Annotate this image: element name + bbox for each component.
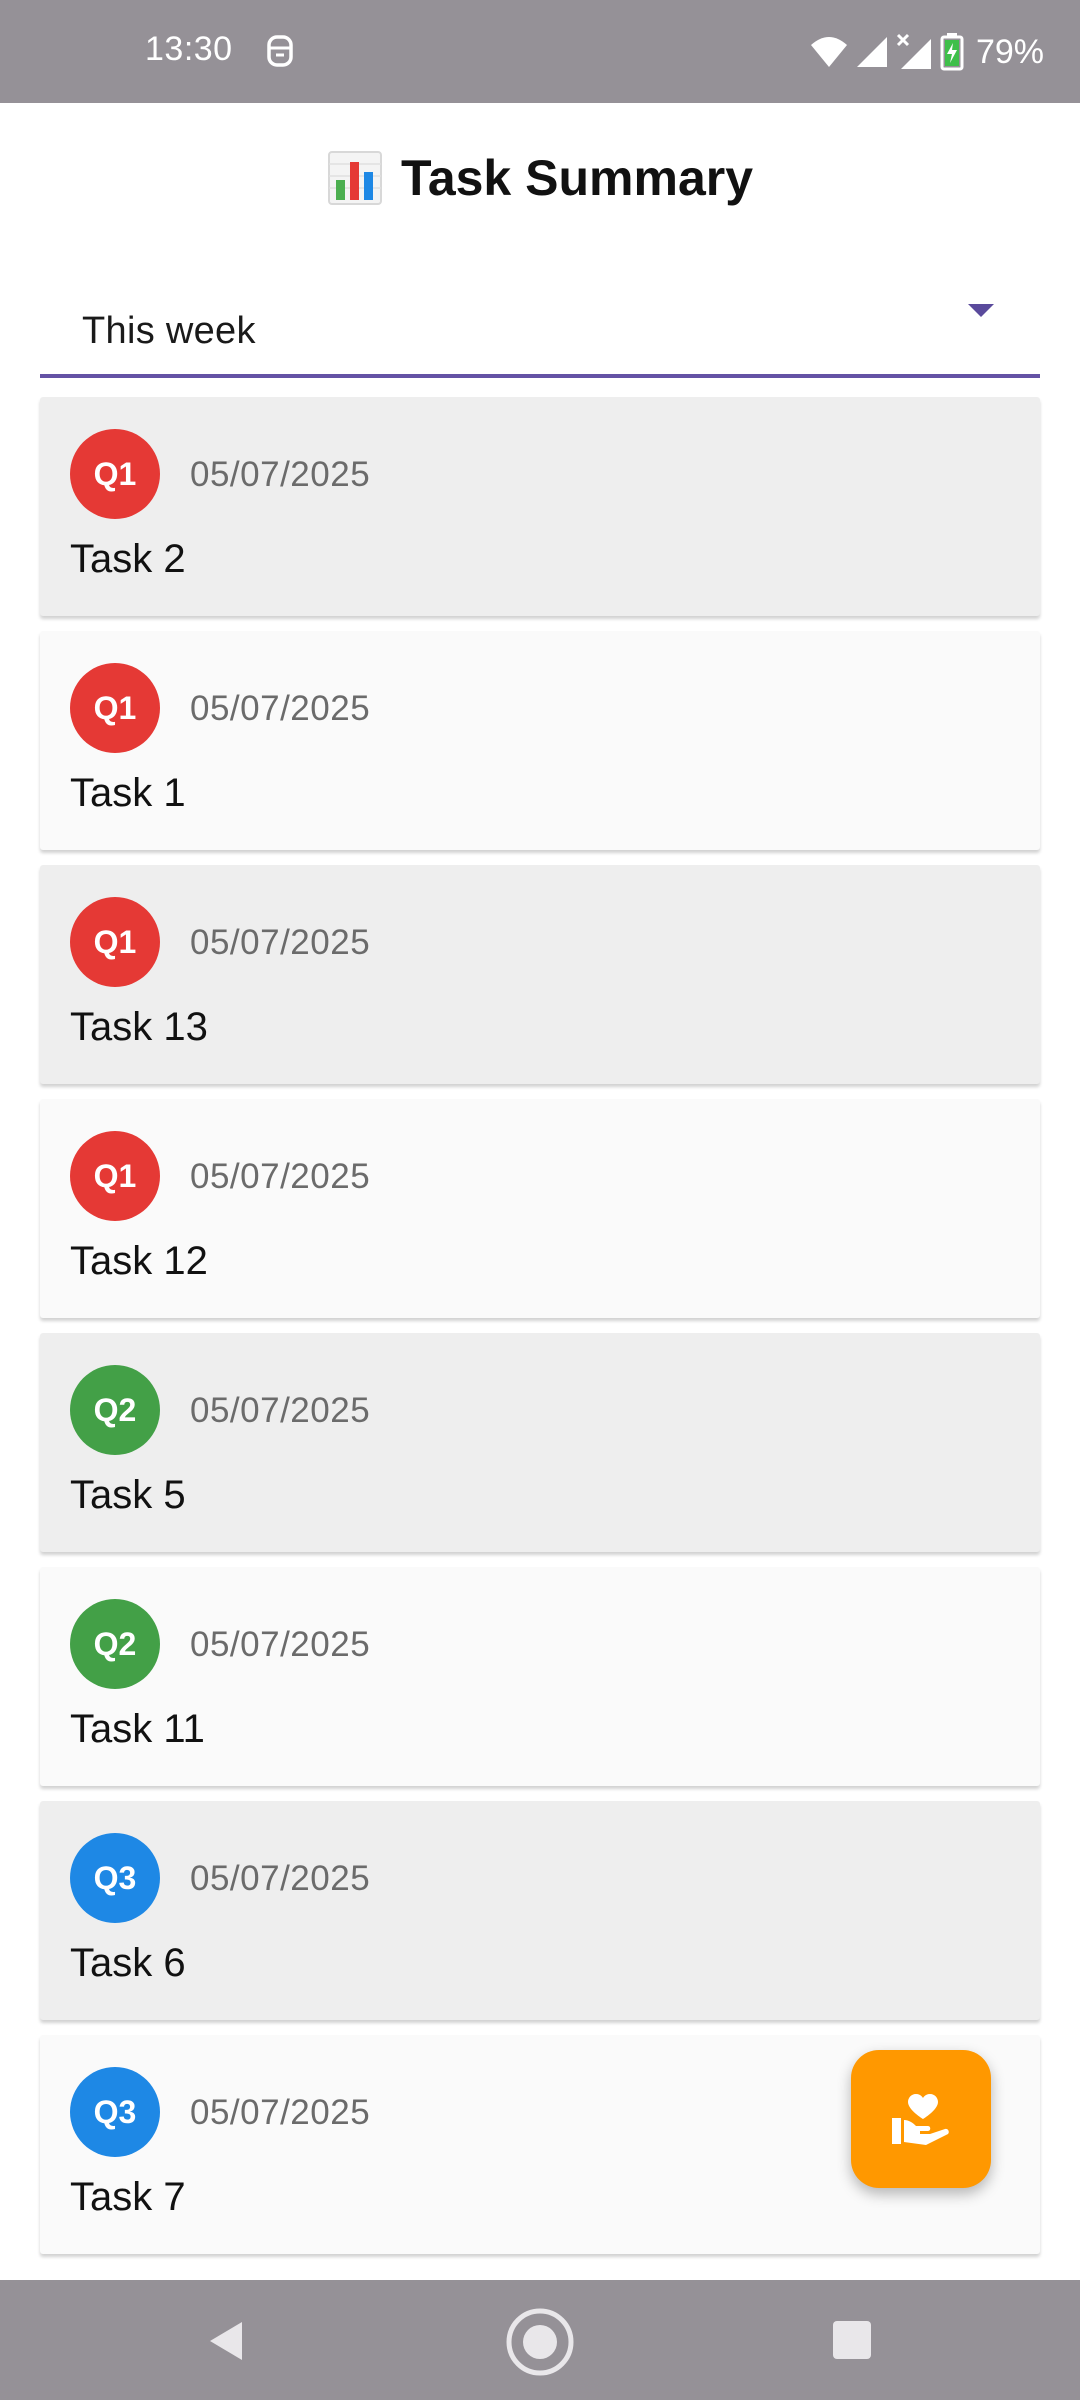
task-name: Task 7 (70, 2175, 186, 2219)
task-name: Task 1 (70, 771, 186, 815)
task-name: Task 12 (70, 1239, 208, 1283)
task-date: 05/07/2025 (190, 455, 371, 494)
wifi-icon (810, 37, 847, 67)
task-card[interactable]: Q1 05/07/2025 Task 1 (40, 631, 1040, 850)
page-title: Task Summary (400, 150, 754, 206)
task-date: 05/07/2025 (190, 1391, 371, 1430)
battery-percent: 79% (975, 32, 1044, 71)
task-date: 05/07/2025 (190, 1157, 371, 1196)
status-bar: 13:30 79% (0, 0, 1080, 103)
status-time: 13:30 (145, 30, 233, 68)
task-name: Task 6 (70, 1941, 186, 1985)
quadrant-badge: Q2 (70, 1365, 160, 1455)
period-dropdown[interactable]: This week (40, 280, 1040, 378)
task-date: 05/07/2025 (190, 923, 371, 962)
task-card[interactable]: Q3 05/07/2025 Task 6 (40, 1801, 1040, 2020)
quadrant-badge: Q1 (70, 663, 160, 753)
task-date: 05/07/2025 (190, 689, 371, 728)
quadrant-badge: Q2 (70, 1599, 160, 1689)
navigation-bar (0, 2280, 1080, 2400)
quadrant-badge: Q3 (70, 1833, 160, 1923)
quadrant-badge: Q1 (70, 1131, 160, 1221)
task-name: Task 5 (70, 1473, 186, 1517)
volunteer-heart-hand-icon (892, 2094, 949, 2145)
task-list: Q1 05/07/2025 Task 2 Q1 05/07/2025 Task … (40, 397, 1040, 2269)
volunteer-fab-button[interactable] (851, 2050, 991, 2188)
back-icon[interactable] (206, 2318, 246, 2364)
dropdown-selected-value: This week (82, 310, 256, 352)
notification-icon (267, 35, 293, 67)
quadrant-badge: Q3 (70, 2067, 160, 2157)
task-card[interactable]: Q2 05/07/2025 Task 11 (40, 1567, 1040, 1786)
task-card[interactable]: Q1 05/07/2025 Task 12 (40, 1099, 1040, 1318)
signal-no-data-icon (896, 33, 931, 69)
task-name: Task 13 (70, 1005, 208, 1049)
task-card[interactable]: Q2 05/07/2025 Task 5 (40, 1333, 1040, 1552)
quadrant-badge: Q1 (70, 897, 160, 987)
task-name: Task 2 (70, 537, 186, 581)
quadrant-badge: Q1 (70, 429, 160, 519)
recents-icon[interactable] (833, 2321, 871, 2359)
home-icon[interactable] (505, 2307, 575, 2377)
task-card[interactable]: Q1 05/07/2025 Task 13 (40, 865, 1040, 1084)
battery-charging-icon (940, 33, 964, 71)
task-name: Task 11 (70, 1707, 205, 1751)
bar-chart-icon (327, 151, 382, 205)
dropdown-arrow-icon (968, 304, 994, 317)
task-date: 05/07/2025 (190, 1859, 371, 1898)
task-card[interactable]: Q1 05/07/2025 Task 2 (40, 397, 1040, 616)
task-date: 05/07/2025 (190, 1625, 371, 1664)
status-icons: 79% (810, 30, 1044, 74)
signal-icon (856, 37, 887, 67)
task-date: 05/07/2025 (190, 2093, 371, 2132)
header: Task Summary (0, 103, 1080, 253)
